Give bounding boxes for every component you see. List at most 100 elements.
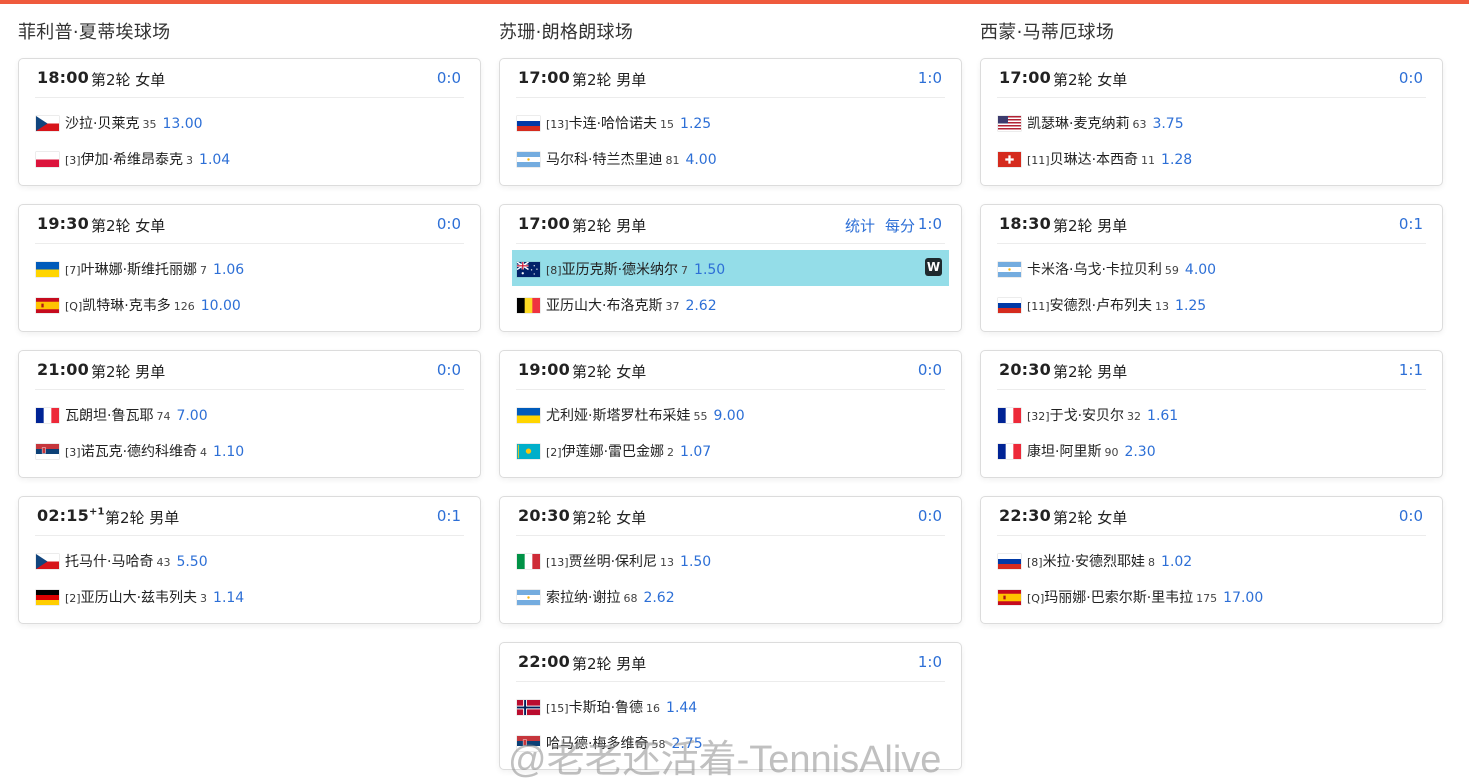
stats-link[interactable]: 统计 — [845, 217, 875, 235]
flag-icon-es — [998, 590, 1021, 605]
divider — [997, 243, 1426, 244]
player-name[interactable]: 叶琳娜·斯维托丽娜 — [81, 262, 197, 278]
player-row[interactable]: 哈马德·梅多维奇 58 2.75 — [512, 724, 949, 760]
player-row[interactable]: [32]于戈·安贝尔 32 1.61 — [993, 396, 1430, 432]
player-info: [8]米拉·安德烈耶娃 8 1.02 — [1027, 551, 1192, 571]
player-row[interactable]: 索拉纳·谢拉 68 2.62 — [512, 578, 949, 614]
match-time-value: 18:00 — [37, 68, 89, 87]
match-card[interactable]: 02:15+1 第2轮 男单 0:1 托马什·马哈奇 43 5.50 [2]亚历山大·兹韦列… — [18, 496, 481, 624]
player-name[interactable]: 伊莲娜·雷巴金娜 — [562, 444, 664, 460]
player-info: [13]贾丝明·保利尼 13 1.50 — [546, 551, 711, 571]
player-row[interactable]: [8]米拉·安德烈耶娃 8 1.02 — [993, 542, 1430, 578]
match-card[interactable]: 18:30 第2轮 男单 0:1 卡米洛·乌戈·卡拉贝利 59 4.00 [11]安德烈·卢… — [980, 204, 1443, 332]
player-row[interactable]: 康坦·阿里斯 90 2.30 — [993, 432, 1430, 468]
match-round: 第2轮 男单 — [572, 71, 647, 89]
player-row[interactable]: 瓦朗坦·鲁瓦耶 74 7.00 — [31, 396, 468, 432]
player-name[interactable]: 卡斯珀·鲁德 — [569, 700, 643, 716]
match-card[interactable]: 19:00 第2轮 女单 0:0 尤利娅·斯塔罗杜布采娃 55 9.00 [2]伊莲娜·雷巴… — [499, 350, 962, 478]
player-name[interactable]: 哈马德·梅多维奇 — [546, 736, 648, 752]
player-row[interactable]: 托马什·马哈奇 43 5.50 — [31, 542, 468, 578]
match-card[interactable]: 20:30 第2轮 男单 1:1 [32]于戈·安贝尔 32 1.61 康坦·阿里斯 90 2.… — [980, 350, 1443, 478]
player-name[interactable]: 康坦·阿里斯 — [1027, 444, 1101, 460]
player-row[interactable]: [11]贝琳达·本西奇 11 1.28 — [993, 140, 1430, 176]
player-row[interactable]: 马尔科·特兰杰里迪 81 4.00 — [512, 140, 949, 176]
player-name[interactable]: 贾丝明·保利尼 — [569, 554, 657, 570]
player-row[interactable]: [8]亚历克斯·德米纳尔 7 1.50 W — [512, 250, 949, 286]
point-by-point-link[interactable]: 每分 — [885, 217, 915, 235]
player-row[interactable]: [7]叶琳娜·斯维托丽娜 7 1.06 — [31, 250, 468, 286]
player-odds: 1.07 — [680, 444, 712, 460]
player-name[interactable]: 索拉纳·谢拉 — [546, 590, 620, 606]
flag-icon-it — [517, 554, 540, 569]
player-row[interactable]: [11]安德烈·卢布列夫 13 1.25 — [993, 286, 1430, 322]
player-row[interactable]: 沙拉·贝莱克 35 13.00 — [31, 104, 468, 140]
match-time-value: 18:30 — [999, 214, 1051, 233]
player-rank: 7 — [200, 264, 208, 277]
player-name[interactable]: 卡米洛·乌戈·卡拉贝利 — [1027, 262, 1162, 278]
player-row[interactable]: 卡米洛·乌戈·卡拉贝利 59 4.00 — [993, 250, 1430, 286]
player-name[interactable]: 贝琳达·本西奇 — [1050, 152, 1138, 168]
match-card[interactable]: 17:00 第2轮 男单 1:0 [13]卡连·哈恰诺夫 15 1.25 马尔科·特兰杰里迪… — [499, 58, 962, 186]
player-seed: [Q] — [1027, 592, 1045, 605]
player-info: 尤利娅·斯塔罗杜布采娃 55 9.00 — [546, 405, 745, 425]
player-row[interactable]: [2]亚历山大·兹韦列夫 3 1.14 — [31, 578, 468, 614]
flag-icon-us — [998, 116, 1021, 131]
player-row[interactable]: 凯瑟琳·麦克纳莉 63 3.75 — [993, 104, 1430, 140]
match-card[interactable]: 17:00 第2轮 女单 0:0 凯瑟琳·麦克纳莉 63 3.75 [11]贝琳达·本西奇 1… — [980, 58, 1443, 186]
player-name[interactable]: 凯瑟琳·麦克纳莉 — [1027, 116, 1129, 132]
player-name[interactable]: 亚历克斯·德米纳尔 — [562, 262, 678, 278]
player-name[interactable]: 安德烈·卢布列夫 — [1050, 298, 1152, 314]
player-row[interactable]: [13]贾丝明·保利尼 13 1.50 — [512, 542, 949, 578]
player-name[interactable]: 马尔科·特兰杰里迪 — [546, 152, 662, 168]
player-seed: [11] — [1027, 154, 1050, 167]
player-row[interactable]: 尤利娅·斯塔罗杜布采娃 55 9.00 — [512, 396, 949, 432]
set-score: 0:0 — [1398, 507, 1423, 525]
player-name[interactable]: 凯特琳·克韦多 — [82, 298, 170, 314]
player-name[interactable]: 伊加·希维昂泰克 — [81, 152, 183, 168]
player-odds: 4.00 — [1184, 262, 1217, 278]
flag-icon-es — [36, 298, 59, 313]
player-name[interactable]: 亚历山大·布洛克斯 — [546, 298, 662, 314]
player-rank: 35 — [142, 118, 157, 131]
player-name[interactable]: 玛丽娜·巴索尔斯·里韦拉 — [1044, 590, 1193, 606]
player-name[interactable]: 托马什·马哈奇 — [65, 554, 153, 570]
match-time: 17:00 — [999, 68, 1051, 87]
player-row[interactable]: [3]伊加·希维昂泰克 3 1.04 — [31, 140, 468, 176]
player-row[interactable]: [2]伊莲娜·雷巴金娜 2 1.07 — [512, 432, 949, 468]
flag-icon-no — [517, 700, 540, 715]
player-name[interactable]: 米拉·安德烈耶娃 — [1043, 554, 1145, 570]
player-row[interactable]: [3]诺瓦克·德约科维奇 4 1.10 — [31, 432, 468, 468]
player-odds: 1.06 — [213, 262, 245, 278]
set-score: 0:1 — [1398, 215, 1423, 233]
player-odds: 2.75 — [671, 736, 703, 752]
divider — [516, 389, 945, 390]
match-card[interactable]: 20:30 第2轮 女单 0:0 [13]贾丝明·保利尼 13 1.50 索拉纳·谢拉 68 2… — [499, 496, 962, 624]
match-time-value: 22:00 — [518, 652, 570, 671]
player-row[interactable]: [15]卡斯珀·鲁德 16 1.44 — [512, 688, 949, 724]
player-name[interactable]: 瓦朗坦·鲁瓦耶 — [65, 408, 153, 424]
match-round: 第2轮 男单 — [1053, 217, 1128, 235]
match-card[interactable]: 22:30 第2轮 女单 0:0 [8]米拉·安德烈耶娃 8 1.02 [Q]玛丽娜·巴索尔… — [980, 496, 1443, 624]
player-seed: [13] — [546, 118, 569, 131]
player-name[interactable]: 于戈·安贝尔 — [1050, 408, 1124, 424]
player-row[interactable]: 亚历山大·布洛克斯 37 2.62 — [512, 286, 949, 322]
match-header: 18:30 第2轮 男单 0:1 — [981, 205, 1442, 245]
match-time: 19:00 — [518, 360, 570, 379]
player-name[interactable]: 沙拉·贝莱克 — [65, 116, 139, 132]
player-name[interactable]: 尤利娅·斯塔罗杜布采娃 — [546, 408, 690, 424]
player-name[interactable]: 亚历山大·兹韦列夫 — [81, 590, 197, 606]
player-name[interactable]: 诺瓦克·德约科维奇 — [81, 444, 197, 460]
match-card[interactable]: 18:00 第2轮 女单 0:0 沙拉·贝莱克 35 13.00 [3]伊加·希维昂泰克 3 1… — [18, 58, 481, 186]
player-info: 康坦·阿里斯 90 2.30 — [1027, 441, 1156, 461]
match-card[interactable]: 21:00 第2轮 男单 0:0 瓦朗坦·鲁瓦耶 74 7.00 [3]诺瓦克·德约科维奇 4… — [18, 350, 481, 478]
player-rank: 126 — [173, 300, 195, 313]
flag-icon-au — [517, 262, 540, 277]
player-row[interactable]: [Q]凯特琳·克韦多 126 10.00 — [31, 286, 468, 322]
match-header: 17:00 第2轮 女单 0:0 — [981, 59, 1442, 99]
match-card[interactable]: 19:30 第2轮 女单 0:0 [7]叶琳娜·斯维托丽娜 7 1.06 [Q]凯特琳·克韦… — [18, 204, 481, 332]
player-row[interactable]: [13]卡连·哈恰诺夫 15 1.25 — [512, 104, 949, 140]
match-card[interactable]: 22:00 第2轮 男单 1:0 [15]卡斯珀·鲁德 16 1.44 哈马德·梅多维奇 58… — [499, 642, 962, 770]
match-card[interactable]: 17:00 第2轮 男单 统计 每分 1:0 [8]亚历克斯·德米纳尔 7 1.50 W 亚历山大… — [499, 204, 962, 332]
player-name[interactable]: 卡连·哈恰诺夫 — [569, 116, 657, 132]
player-row[interactable]: [Q]玛丽娜·巴索尔斯·里韦拉 175 17.00 — [993, 578, 1430, 614]
